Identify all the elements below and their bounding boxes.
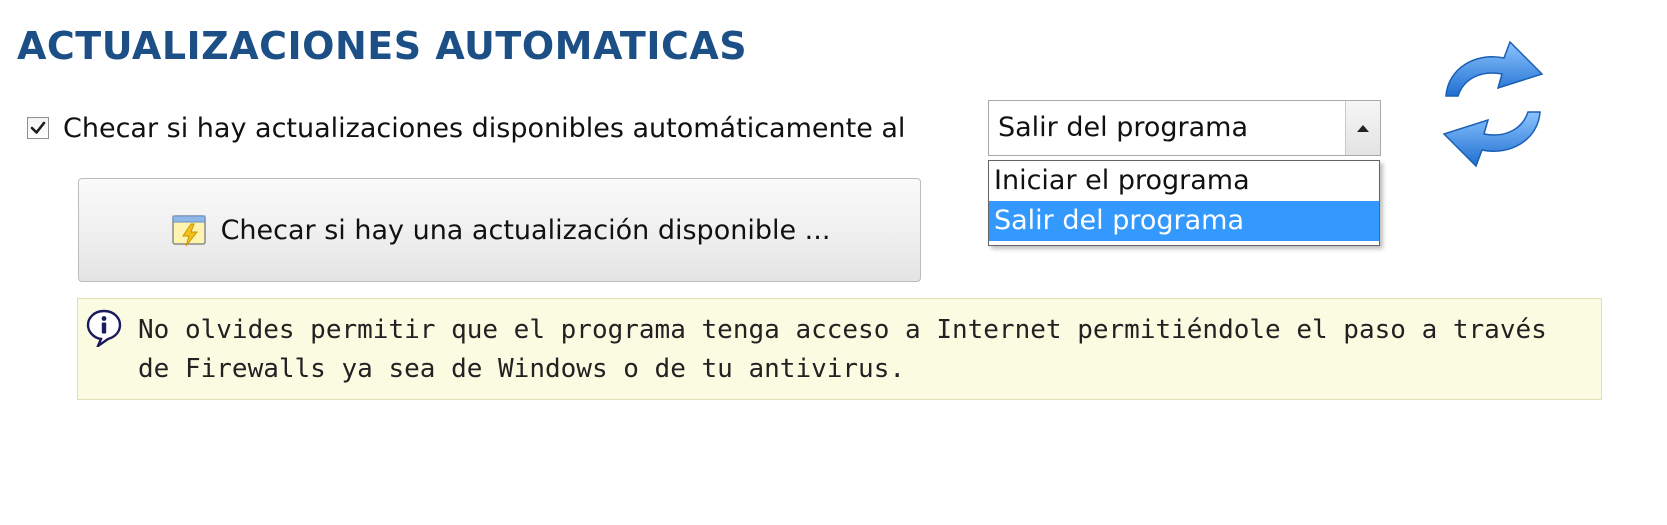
info-text-line-2: de Firewalls ya sea de Windows o de tu a…: [138, 354, 906, 384]
check-update-button-label: Checar si hay una actualización disponib…: [220, 214, 831, 246]
dropdown-option-iniciar[interactable]: Iniciar el programa: [989, 161, 1379, 201]
page-title: ACTUALIZACIONES AUTOMATICAS: [17, 24, 748, 68]
check-timing-dropdown: Iniciar el programa Salir del programa: [988, 160, 1380, 246]
chevron-up-icon: [1357, 125, 1369, 132]
auto-check-label: Checar si hay actualizaciones disponible…: [63, 112, 906, 144]
info-notice: No olvides permitir que el programa teng…: [77, 298, 1602, 400]
info-balloon-icon: [86, 309, 122, 347]
checkmark-icon: [30, 121, 46, 134]
check-update-button[interactable]: Checar si hay una actualización disponib…: [78, 178, 921, 282]
auto-updates-panel: ACTUALIZACIONES AUTOMATICAS Checar si ha…: [0, 0, 1667, 525]
auto-check-checkbox[interactable]: [27, 117, 49, 139]
update-check-icon: [171, 215, 206, 247]
refresh-arrows-icon: [1442, 40, 1544, 168]
select-toggle-button[interactable]: [1345, 101, 1380, 155]
auto-check-row: Checar si hay actualizaciones disponible…: [27, 110, 905, 146]
info-text-line-1: No olvides permitir que el programa teng…: [138, 315, 1547, 345]
check-timing-select[interactable]: Salir del programa: [988, 100, 1381, 156]
info-text: No olvides permitir que el programa teng…: [138, 311, 1593, 389]
dropdown-option-salir[interactable]: Salir del programa: [989, 201, 1379, 241]
check-timing-select-value: Salir del programa: [998, 112, 1249, 143]
